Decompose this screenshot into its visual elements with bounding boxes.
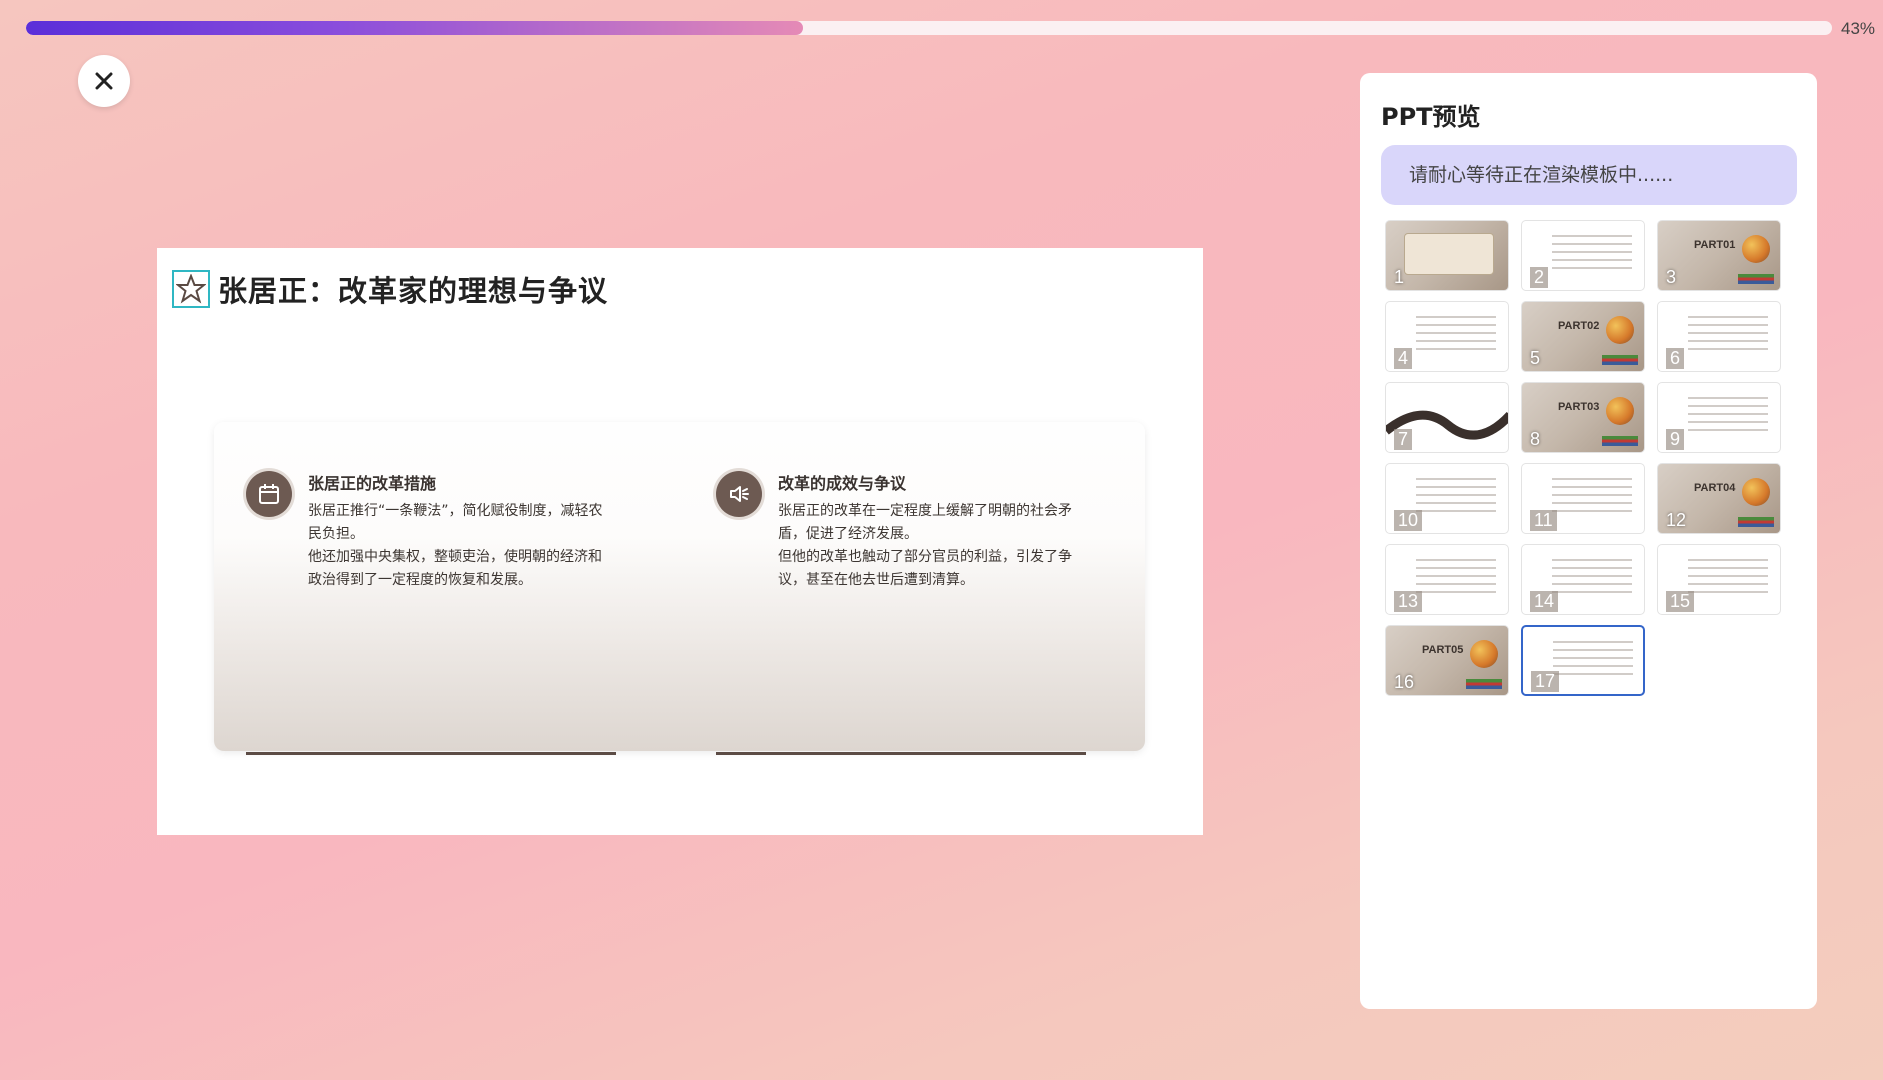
thumbnail-number: 1 (1394, 267, 1405, 287)
slide-thumbnail[interactable]: PART03 8 (1521, 382, 1645, 453)
progress-fill (26, 21, 803, 35)
column-title: 张居正的改革措施 (308, 474, 437, 493)
thumbnail-number: 8 (1530, 429, 1541, 449)
column-text: 张居正的改革在一定程度上缓解了明朝的社会矛盾，促进了经济发展。 但他的改革也触动… (778, 503, 1072, 588)
thumbnail-number: 4 (1394, 348, 1413, 369)
column-text: 张居正推行“一条鞭法”，简化赋役制度，减轻农民负担。 他还加强中央集权，整顿吏治… (308, 503, 603, 588)
progress-percent: 43% (1841, 19, 1876, 38)
books-icon (1466, 679, 1502, 689)
thumbnail-number: 16 (1394, 672, 1415, 692)
slide-thumbnail[interactable]: 7 (1385, 382, 1509, 453)
thumbnail-part-label: PART05 (1422, 644, 1464, 656)
thumbnail-text-lines (1688, 559, 1768, 599)
thumbnail-number: 14 (1530, 591, 1559, 612)
close-button[interactable] (78, 55, 130, 107)
thumbnail-number: 11 (1530, 510, 1557, 531)
thumbnail-number: 6 (1666, 348, 1685, 369)
thumbnail-number: 9 (1666, 429, 1685, 450)
progress-bar (26, 21, 1832, 35)
thumbnail-text-lines (1416, 559, 1496, 599)
star-icon (172, 270, 210, 308)
slide-thumbnail[interactable]: 11 (1521, 463, 1645, 534)
slide-canvas: 张居正：改革家的理想与争议 张居正的改革措施 张居正推行“一条鞭法”，简化赋役制… (157, 248, 1203, 835)
speaker-icon (716, 471, 762, 517)
thumbnail-number: 7 (1394, 429, 1413, 450)
slide-thumbnail[interactable]: 15 (1657, 544, 1781, 615)
calendar-icon (246, 471, 292, 517)
slide-thumbnail[interactable]: 10 (1385, 463, 1509, 534)
divider-line (716, 752, 1086, 755)
slide-thumbnail[interactable]: 1 (1385, 220, 1509, 291)
books-icon (1738, 274, 1774, 284)
close-icon (95, 72, 113, 90)
thumbnail-number: 17 (1531, 671, 1560, 692)
slide-header: 张居正：改革家的理想与争议 (172, 268, 608, 310)
slide-thumbnail[interactable]: PART05 16 (1385, 625, 1509, 696)
panel-title: PPT预览 (1381, 103, 1481, 131)
slide-thumbnail[interactable]: 13 (1385, 544, 1509, 615)
thumbnail-part-label: PART02 (1558, 320, 1600, 332)
thumbnail-part-label: PART01 (1694, 239, 1736, 251)
books-icon (1602, 355, 1638, 365)
thumbnail-number: 2 (1530, 267, 1549, 288)
thumbnail-number: 10 (1394, 510, 1423, 531)
thumbnail-grid: 1 2 PART01 3 4 PART02 5 6 7 PART03 8 9 10 11 PART04 12 1… (1385, 220, 1789, 696)
slide-thumbnail[interactable]: PART04 12 (1657, 463, 1781, 534)
thumbnail-number: 3 (1666, 267, 1677, 287)
slide-thumbnail[interactable]: PART01 3 (1657, 220, 1781, 291)
globe-icon (1742, 478, 1770, 506)
thumbnail-text-lines (1552, 559, 1632, 599)
thumbnail-text-lines (1688, 397, 1768, 437)
thumbnail-number: 15 (1666, 591, 1695, 612)
thumbnail-text-lines (1552, 478, 1632, 518)
content-card: 张居正的改革措施 张居正推行“一条鞭法”，简化赋役制度，减轻农民负担。 他还加强… (214, 422, 1145, 755)
thumbnail-text-lines (1416, 478, 1496, 518)
slide-thumbnail[interactable]: 17 (1521, 625, 1645, 696)
slide-thumbnail[interactable]: PART02 5 (1521, 301, 1645, 372)
slide-thumbnail[interactable]: 14 (1521, 544, 1645, 615)
thumbnail-text-lines (1688, 316, 1768, 356)
divider-line (246, 752, 616, 755)
thumbnail-number: 12 (1666, 510, 1687, 530)
globe-icon (1606, 397, 1634, 425)
globe-icon (1606, 316, 1634, 344)
globe-icon (1470, 640, 1498, 668)
thumbnail-part-label: PART04 (1694, 482, 1736, 494)
ppt-preview-panel: PPT预览 请耐心等待正在渲染模板中...... 1 2 PART01 3 4 PART0… (1360, 73, 1817, 1009)
globe-icon (1742, 235, 1770, 263)
slide-title: 张居正：改革家的理想与争议 (218, 274, 609, 308)
books-icon (1738, 517, 1774, 527)
thumbnail-number: 5 (1530, 348, 1541, 368)
thumbnail-number: 13 (1394, 591, 1423, 612)
thumbnail-text-lines (1416, 316, 1496, 356)
thumbnail-part-label: PART03 (1558, 401, 1600, 413)
slide-thumbnail[interactable]: 2 (1521, 220, 1645, 291)
render-notice: 请耐心等待正在渲染模板中...... (1381, 145, 1797, 205)
slide-thumbnail[interactable]: 9 (1657, 382, 1781, 453)
slide-thumbnail[interactable]: 6 (1657, 301, 1781, 372)
thumbnail-text-lines (1553, 641, 1633, 681)
scroll-image (1404, 233, 1494, 275)
books-icon (1602, 436, 1638, 446)
thumbnail-text-lines (1552, 235, 1632, 275)
column-title: 改革的成效与争议 (778, 474, 907, 493)
slide-thumbnail[interactable]: 4 (1385, 301, 1509, 372)
